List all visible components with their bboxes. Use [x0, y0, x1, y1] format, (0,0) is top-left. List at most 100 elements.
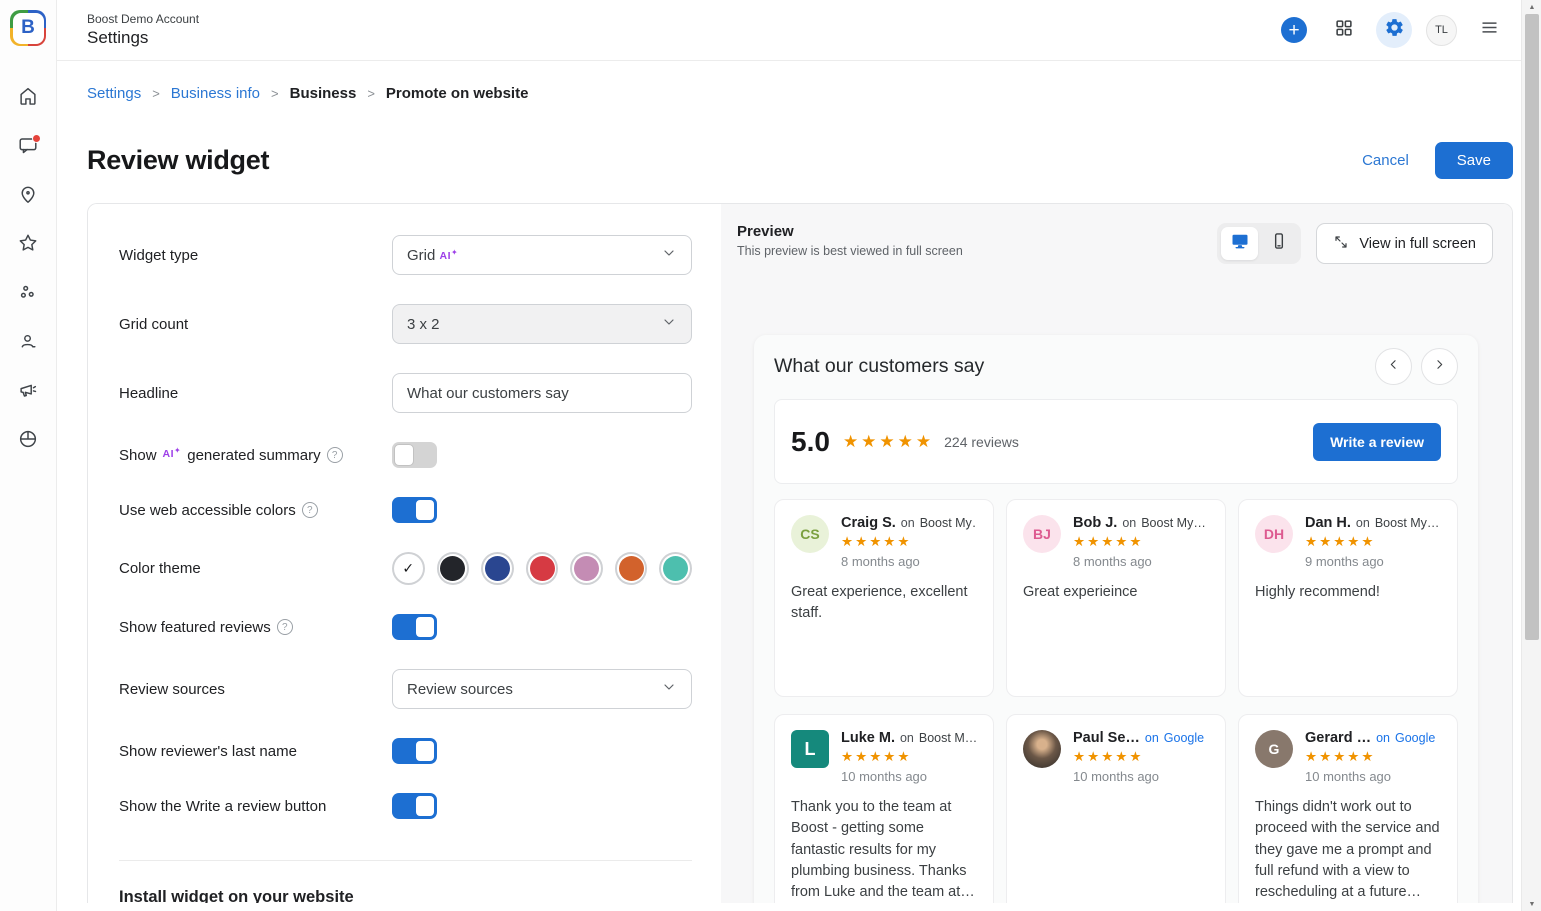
help-icon[interactable]: ?: [277, 619, 293, 635]
reviews-grid: CS Craig S. on Boost My… ★★★★★ 8: [774, 499, 1458, 903]
breadcrumb-settings[interactable]: Settings: [87, 85, 141, 102]
review-date: 8 months ago: [841, 554, 977, 569]
review-source: Boost My…: [920, 516, 977, 530]
ai-badge-icon: AI✦: [440, 250, 459, 262]
breadcrumb-business-info[interactable]: Business info: [171, 85, 260, 102]
grid-count-select[interactable]: 3 x 2: [392, 304, 692, 344]
help-icon[interactable]: ?: [327, 447, 343, 463]
breadcrumb: Settings > Business info > Business > Pr…: [87, 85, 1513, 102]
review-source: Boost M…: [919, 731, 977, 745]
widget-type-label: Widget type: [119, 247, 392, 264]
grid-count-label: Grid count: [119, 316, 392, 333]
review-stars: ★★★★★: [1073, 534, 1206, 550]
color-swatch[interactable]: [570, 552, 603, 585]
review-date: 10 months ago: [1073, 769, 1204, 784]
widget-type-value: Grid: [407, 247, 435, 264]
write-review-button-label: Show the Write a review button: [119, 798, 392, 815]
reviewer-avatar: CS: [791, 515, 829, 553]
review-source: Google: [1164, 731, 1204, 745]
review-card: L Luke M. on Boost M… ★★★★★ 10 mo: [774, 714, 994, 903]
scroll-down-arrow-icon[interactable]: ▼: [1522, 897, 1541, 911]
review-stars: ★★★★★: [841, 749, 977, 765]
last-name-toggle[interactable]: [392, 738, 437, 764]
settings-button[interactable]: [1376, 12, 1412, 48]
reviewer-avatar: BJ: [1023, 515, 1061, 553]
review-card: DH Dan H. on Boost My… ★★★★★ 9 mo: [1238, 499, 1458, 697]
toggle-knob: [415, 499, 435, 521]
featured-reviews-toggle[interactable]: [392, 614, 437, 640]
reviews-count: 224 reviews: [944, 434, 1019, 450]
apps-grid-button[interactable]: [1326, 12, 1362, 48]
desktop-view-button[interactable]: [1221, 227, 1258, 260]
ai-summary-toggle[interactable]: [392, 442, 437, 468]
install-title: Install widget on your website: [119, 888, 692, 903]
sidebar-item-campaigns[interactable]: [10, 374, 46, 410]
reviewer-name: Dan H.: [1305, 515, 1351, 531]
review-card: CS Craig S. on Boost My… ★★★★★ 8: [774, 499, 994, 697]
plus-icon: +: [1281, 17, 1307, 43]
review-stars: ★★★★★: [1305, 749, 1435, 765]
scroll-up-arrow-icon[interactable]: ▲: [1522, 0, 1541, 14]
headline-input[interactable]: [392, 373, 692, 413]
headline-label: Headline: [119, 385, 392, 402]
widget-type-select[interactable]: Grid AI✦: [392, 235, 692, 275]
accessible-colors-toggle[interactable]: [392, 497, 437, 523]
review-sources-row: Review sources Review sources: [119, 669, 692, 709]
color-swatch[interactable]: [437, 552, 470, 585]
write-review-toggle[interactable]: [392, 793, 437, 819]
write-review-button[interactable]: Write a review: [1313, 423, 1441, 461]
sidebar-item-locations[interactable]: [10, 178, 46, 214]
review-stars: ★★★★★: [1305, 534, 1439, 550]
reviewer-photo-avatar: [1023, 730, 1061, 768]
accessible-colors-label: Use web accessible colors ?: [119, 502, 392, 519]
preview-title: Preview: [737, 223, 963, 240]
toggle-knob: [415, 795, 435, 817]
color-swatch[interactable]: [526, 552, 559, 585]
view-fullscreen-button[interactable]: View in full screen: [1316, 223, 1493, 264]
next-button[interactable]: [1421, 348, 1458, 385]
main-area: Boost Demo Account Settings + TL: [57, 0, 1541, 911]
chevron-right-icon: [1432, 357, 1447, 377]
page-scrollbar[interactable]: ▲ ▼: [1521, 0, 1541, 911]
reviewer-name: Paul Se…: [1073, 730, 1140, 746]
reviewer-name: Gerard …: [1305, 730, 1371, 746]
page-header: Review widget Cancel Save: [87, 142, 1513, 179]
review-sources-select[interactable]: Review sources: [392, 669, 692, 709]
cancel-button[interactable]: Cancel: [1362, 152, 1409, 169]
carousel-nav: [1375, 348, 1458, 385]
share-network-icon: [17, 281, 39, 308]
hamburger-icon: [1479, 17, 1500, 43]
contacts-icon: [17, 330, 39, 357]
preview-titles: Preview This preview is best viewed in f…: [737, 223, 963, 258]
sidebar-item-network[interactable]: [10, 276, 46, 312]
review-date: 9 months ago: [1305, 554, 1439, 569]
device-toggle-group: [1217, 223, 1301, 264]
sidebar-item-reviews[interactable]: [10, 227, 46, 263]
toggle-knob: [394, 444, 414, 466]
review-text: Things didn't work out to proceed with t…: [1255, 797, 1441, 903]
featured-reviews-row: Show featured reviews ?: [119, 614, 692, 640]
scrollbar-thumb[interactable]: [1525, 14, 1539, 640]
color-swatch[interactable]: [659, 552, 692, 585]
ai-badge-icon: AI✦: [163, 448, 182, 460]
save-button[interactable]: Save: [1435, 142, 1513, 179]
user-avatar[interactable]: TL: [1426, 15, 1457, 46]
sidebar-item-home[interactable]: [10, 80, 46, 116]
boost-logo[interactable]: B: [10, 10, 46, 46]
breadcrumb-separator: >: [367, 86, 375, 101]
insights-pie-icon: [17, 428, 39, 455]
color-swatch[interactable]: [481, 552, 514, 585]
sidebar-item-messages[interactable]: [10, 129, 46, 165]
sidebar: B: [0, 0, 57, 911]
create-button[interactable]: +: [1276, 12, 1312, 48]
color-swatch[interactable]: [615, 552, 648, 585]
prev-button[interactable]: [1375, 348, 1412, 385]
location-pin-icon: [17, 183, 39, 210]
menu-button[interactable]: [1471, 12, 1507, 48]
sidebar-item-contacts[interactable]: [10, 325, 46, 361]
color-swatch-selected[interactable]: ✓: [392, 552, 425, 585]
mobile-view-button[interactable]: [1260, 227, 1297, 260]
review-text: Great experience, excellent staff.: [791, 582, 977, 625]
sidebar-item-insights[interactable]: [10, 423, 46, 459]
help-icon[interactable]: ?: [302, 502, 318, 518]
